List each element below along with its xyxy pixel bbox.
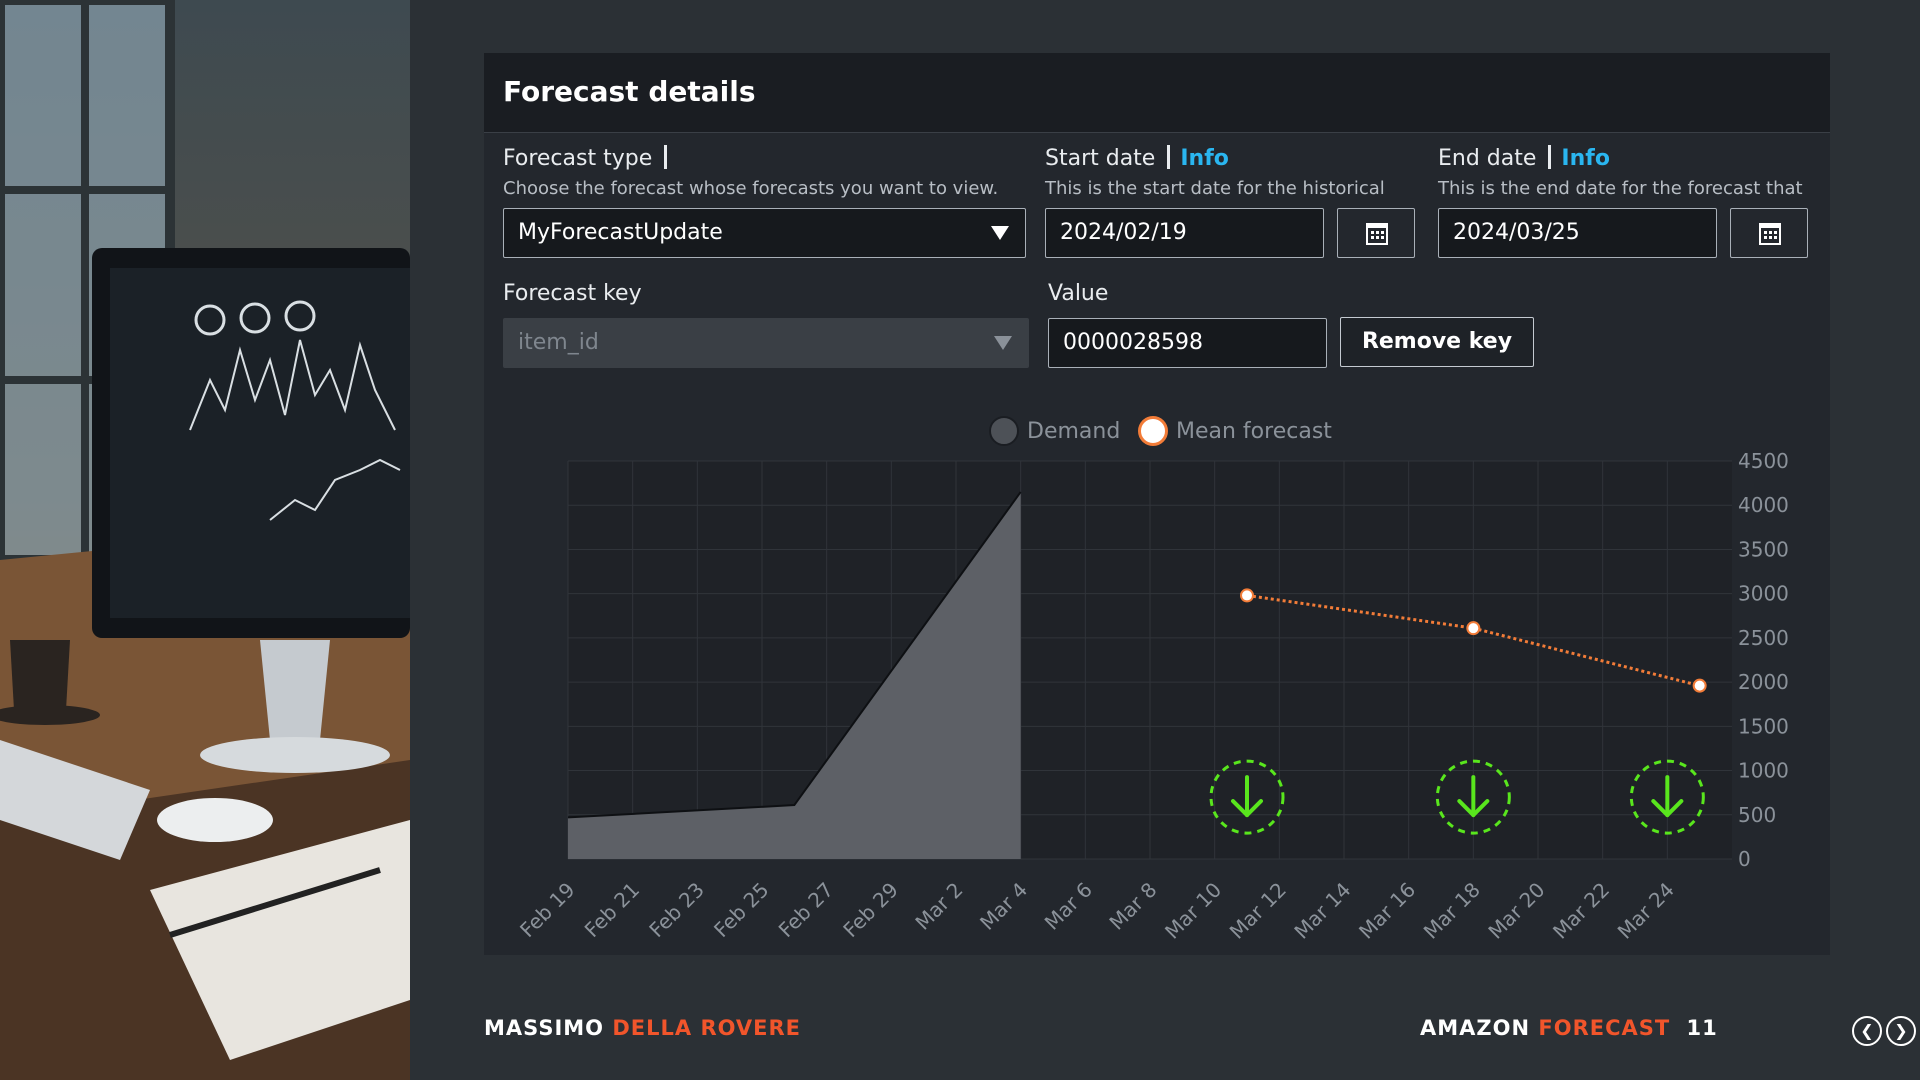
forecast-details-panel: Forecast details Forecast type Choose th… [484, 53, 1830, 955]
x-tick-label: Mar 16 [1354, 878, 1420, 944]
y-tick-label: 2000 [1738, 670, 1789, 694]
next-slide-button[interactable]: ❯ [1886, 1016, 1916, 1046]
y-tick-label: 0 [1738, 847, 1751, 871]
previous-slide-button[interactable]: ❮ [1852, 1016, 1882, 1046]
footer-product: AMAZON FORECAST 11 [1420, 1016, 1718, 1040]
y-tick-label: 4000 [1738, 493, 1789, 517]
product-first: AMAZON [1420, 1016, 1531, 1040]
y-tick-label: 1000 [1738, 759, 1789, 783]
x-tick-label: Feb 19 [515, 878, 580, 943]
forecast-chart: 4500 4000 3500 3000 2500 2000 1500 1000 500 0 Feb… [515, 449, 1789, 944]
x-tick-label: Mar 10 [1160, 878, 1226, 944]
x-tick-label: Feb 29 [838, 878, 903, 943]
y-tick-label: 2500 [1738, 626, 1789, 650]
author-last-name: DELLA ROVERE [612, 1016, 802, 1040]
x-tick-label: Mar 6 [1040, 878, 1097, 935]
product-last: FORECAST [1538, 1016, 1671, 1040]
x-tick-label: Mar 2 [910, 878, 967, 935]
x-tick-label: Feb 21 [580, 878, 645, 943]
footer-nav: AMAZON FORECAST 11 ❮ ❯ [1400, 1016, 1920, 1056]
y-tick-label: 500 [1738, 803, 1776, 827]
x-tick-label: Mar 12 [1225, 878, 1291, 944]
mean-forecast-point [1466, 621, 1481, 636]
y-tick-label: 1500 [1738, 714, 1789, 738]
chevron-left-icon: ❮ [1860, 1021, 1874, 1040]
x-tick-label: Mar 8 [1104, 878, 1161, 935]
y-tick-label: 3000 [1738, 582, 1789, 606]
workspace-photo [0, 0, 410, 1080]
page-number: 11 [1686, 1016, 1718, 1040]
mean-forecast-point [1240, 588, 1254, 603]
author-first-name: MASSIMO [484, 1016, 605, 1040]
x-tick-label: Mar 4 [975, 878, 1032, 935]
mean-forecast-point [1692, 678, 1707, 693]
x-tick-label: Mar 18 [1419, 878, 1485, 944]
y-tick-label: 4500 [1738, 449, 1789, 473]
chevron-right-icon: ❯ [1894, 1021, 1908, 1040]
x-tick-label: Feb 27 [774, 878, 839, 943]
footer-author: MASSIMO DELLA ROVERE [484, 1016, 801, 1040]
x-tick-label: Mar 24 [1613, 878, 1679, 944]
x-tick-label: Feb 25 [709, 878, 774, 943]
x-tick-label: Mar 22 [1548, 878, 1614, 944]
x-tick-label: Mar 20 [1483, 878, 1549, 944]
y-tick-label: 3500 [1738, 537, 1789, 561]
x-tick-label: Feb 23 [644, 878, 709, 943]
x-tick-label: Mar 14 [1289, 878, 1355, 944]
